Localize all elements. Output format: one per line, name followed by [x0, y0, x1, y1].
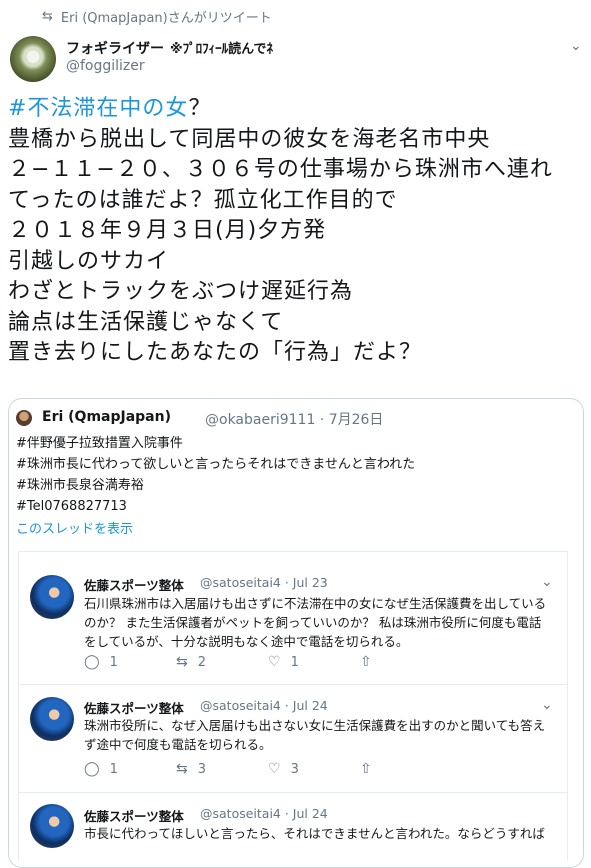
- divider: [19, 792, 567, 793]
- embedded-tweet-actions: ◯ 1 ⇆ 2 ♡ 1 ⇧: [84, 654, 452, 670]
- like-action: ♡ 3: [268, 761, 299, 777]
- embedded-author-handle: @satoseitai4 · Jul 23: [200, 575, 328, 590]
- quoted-hashtag[interactable]: #珠洲市長に代わって欲しいと言ったらそれはできませんと言われた: [16, 455, 415, 475]
- embedded-tweet-text: 市長に代わってほしいと言ったら、それはできませんと言われた。ならどうすれば: [84, 826, 545, 841]
- embedded-author-name: 佐藤スポーツ整体: [84, 701, 184, 716]
- tweet-line: #不法滞在中の女？: [8, 96, 212, 121]
- tweet-line: わざとトラックをぶつけ遅延行為: [8, 279, 354, 304]
- quoted-hashtag[interactable]: #Tel0768827713: [16, 497, 127, 517]
- heart-icon: ♡: [268, 654, 281, 670]
- embedded-tweet-text: 珠洲市役所に、なぜ入居届けも出さない女に生活保護費を出すのかと聞いても答え ず途…: [84, 718, 546, 752]
- avatar: [30, 575, 74, 619]
- author-handle[interactable]: @foggilizer: [66, 58, 145, 74]
- avatar: [30, 804, 74, 848]
- tweet-line: 引越しのサカイ: [8, 248, 170, 274]
- retweet-icon: ⇆: [176, 761, 188, 777]
- quoted-hashtag[interactable]: #伴野優子拉致措置入院事件: [16, 434, 183, 454]
- tweet-line: てったのは誰だよ？孤立化工作目的で: [8, 187, 398, 213]
- tweet-text: #不法滞在中の女？ 豊橋から脱出して同居中の彼女を海老名市中央 ２−１１−２０、…: [8, 94, 583, 369]
- retweet-action: ⇆ 2: [176, 654, 207, 670]
- author-name[interactable]: フォギライザー ※ﾌﾟﾛﾌｨｰﾙ読んでﾈ: [66, 38, 273, 58]
- heart-icon: ♡: [268, 761, 281, 777]
- author-display-name: フォギライザー: [66, 41, 164, 57]
- share-icon: ⇧: [360, 761, 372, 777]
- avatar: [30, 697, 74, 741]
- embedded-author-handle: @satoseitai4 · Jul 24: [200, 698, 328, 713]
- embedded-author-name: 佐藤スポーツ整体: [84, 809, 184, 824]
- chevron-down-icon: ⌄: [541, 697, 553, 713]
- reply-icon: ◯: [84, 654, 100, 670]
- chevron-down-icon: ⌄: [541, 574, 553, 590]
- embedded-author-handle: @satoseitai4 · Jul 24: [200, 806, 328, 821]
- reply-icon: ◯: [84, 761, 100, 777]
- share-action: ⇧: [360, 654, 452, 670]
- author-name-note: ※ﾌﾟﾛﾌｨｰﾙ読んでﾈ: [170, 42, 273, 57]
- retweet-context[interactable]: ⇆ Eri (QmapJapan)さんがリツイート: [42, 7, 272, 26]
- embedded-author-name: 佐藤スポーツ整体: [84, 578, 184, 593]
- chevron-down-icon[interactable]: ⌄: [570, 38, 582, 54]
- tweet-line: ２−１１−２０、３０６号の仕事場から珠洲市へ連れ: [8, 157, 553, 182]
- show-thread-link[interactable]: このスレッドを表示: [16, 518, 133, 537]
- quoted-author-name: Eri (QmapJapan): [42, 409, 171, 425]
- retweet-action: ⇆ 3: [176, 761, 207, 777]
- embedded-tweet-text: 石川県珠洲市は入居届けも出さずに不法滞在中の女になぜ生活保護費を出している のか…: [84, 596, 547, 649]
- avatar[interactable]: [10, 36, 56, 82]
- tweet-line: ２０１８年９月３日(月)夕方発: [8, 218, 327, 243]
- like-action: ♡ 1: [268, 654, 299, 670]
- hashtag-link[interactable]: #不法滞在中の女: [8, 96, 188, 121]
- tweet-line: 置き去りにしたあなたの「行為」だよ？: [8, 340, 423, 365]
- retweet-context-text: Eri (QmapJapan)さんがリツイート: [60, 11, 272, 26]
- quoted-avatar: [16, 410, 32, 426]
- share-icon: ⇧: [360, 654, 372, 670]
- tweet-line: 論点は生活保護じゃなくて: [8, 309, 284, 335]
- tweet-line: 豊橋から脱出して同居中の彼女を海老名市中央: [8, 126, 491, 152]
- divider: [19, 684, 567, 685]
- retweet-icon: ⇆: [42, 9, 53, 24]
- quoted-author-handle: @okabaeri9111 · 7月26日: [205, 412, 384, 428]
- share-action: ⇧: [360, 761, 452, 777]
- embedded-tweet-actions: ◯ 1 ⇆ 3 ♡ 3 ⇧: [84, 761, 452, 777]
- reply-action: ◯ 1: [84, 654, 118, 670]
- reply-action: ◯ 1: [84, 761, 118, 777]
- retweet-icon: ⇆: [176, 654, 188, 670]
- quoted-hashtag[interactable]: #珠洲市長泉谷満寿裕: [16, 476, 144, 496]
